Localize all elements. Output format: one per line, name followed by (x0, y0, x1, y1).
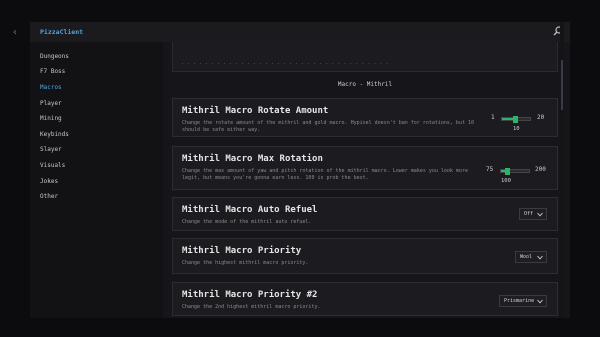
sidebar: Dungeons F7 Boss Macros Player Mining Ke… (30, 42, 163, 318)
setting-card-priority-2: Mithril Macro Priority #2 Change the 2nd… (172, 282, 558, 316)
slider-max: 200 (535, 166, 546, 173)
setting-card-max-rotation: Mithril Macro Max Rotation Change the ma… (172, 146, 558, 190)
setting-description: Change the rotate amount of the mithril … (182, 120, 474, 133)
clipped-setting-card: · · · · · · · · · · · · · · · · · · · · … (172, 42, 558, 72)
rotate-amount-slider[interactable]: 1 20 10 (491, 108, 555, 138)
priority-2-select[interactable]: Prismarine (499, 295, 547, 307)
sidebar-item-jokes[interactable]: Jokes (40, 177, 58, 187)
chevron-down-icon (537, 255, 543, 260)
slider-track[interactable] (501, 116, 531, 123)
select-value: Wool (520, 254, 533, 260)
sidebar-item-keybinds[interactable]: Keybinds (40, 130, 69, 140)
slider-track[interactable] (500, 168, 530, 175)
max-rotation-slider[interactable]: 75 200 100 (486, 160, 556, 190)
setting-card-rotate-amount: Mithril Macro Rotate Amount Change the r… (172, 98, 558, 137)
settings-content: · · · · · · · · · · · · · · · · · · · · … (166, 42, 564, 318)
sidebar-item-macros[interactable]: Macros (40, 83, 62, 93)
select-value: Prismarine (504, 298, 535, 304)
slider-min: 75 (486, 166, 494, 173)
setting-card-priority: Mithril Macro Priority Change the highes… (172, 238, 558, 274)
slider-value: 100 (501, 178, 511, 184)
setting-description: Change the mode of the mithril auto refu… (182, 219, 312, 225)
sidebar-item-visuals[interactable]: Visuals (40, 161, 65, 171)
sidebar-item-dungeons[interactable]: Dungeons (40, 52, 69, 62)
slider-min: 1 (491, 114, 495, 121)
chevron-down-icon (537, 299, 543, 304)
app-title: PizzaClient (40, 28, 84, 36)
setting-title: Mithril Macro Max Rotation (182, 154, 323, 164)
scrollbar-thumb[interactable] (561, 60, 563, 110)
setting-title: Mithril Macro Priority (182, 246, 302, 256)
sidebar-item-mining[interactable]: Mining (40, 114, 62, 124)
slider-value: 10 (513, 126, 520, 132)
section-header: Macro - Mithril (337, 81, 393, 88)
setting-title: Mithril Macro Rotate Amount (182, 106, 329, 116)
setting-title: Mithril Macro Priority #2 (182, 290, 318, 300)
auto-refuel-select[interactable]: Off (519, 208, 547, 220)
sidebar-item-other[interactable]: Other (40, 192, 58, 202)
sidebar-item-f7-boss[interactable]: F7 Boss (40, 67, 65, 77)
chevron-down-icon (537, 212, 543, 217)
clipped-setting-text: · · · · · · · · · · · · · · · · · · · · … (181, 62, 389, 67)
sidebar-item-slayer[interactable]: Slayer (40, 145, 62, 155)
setting-description: Change the 2nd highest mithril macro pri… (182, 304, 321, 310)
setting-title: Mithril Macro Auto Refuel (182, 205, 318, 215)
slider-max: 20 (537, 114, 545, 121)
title-bar: PizzaClient (30, 22, 570, 42)
priority-select[interactable]: Wool (515, 251, 547, 263)
setting-description: Change the highest mithril macro priorit… (182, 260, 309, 266)
setting-card-auto-refuel: Mithril Macro Auto Refuel Change the mod… (172, 197, 558, 231)
chevron-left-icon[interactable]: ‹ (12, 27, 18, 38)
select-value: Off (524, 211, 534, 217)
settings-window: PizzaClient Dungeons F7 Boss Macros Play… (30, 22, 570, 318)
slider-knob[interactable] (504, 168, 510, 175)
sidebar-item-player[interactable]: Player (40, 99, 62, 109)
setting-description: Change the max amount of yaw and pitch r… (182, 168, 468, 181)
slider-knob[interactable] (513, 116, 519, 123)
